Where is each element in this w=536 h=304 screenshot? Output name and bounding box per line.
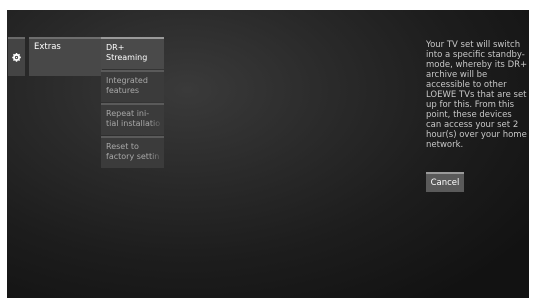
menu-item-label-line2: features xyxy=(106,85,140,95)
gear-icon xyxy=(12,53,21,62)
extras-tile[interactable]: Extras xyxy=(29,37,102,76)
tv-screen: Extras DR+ Streaming Integrated features… xyxy=(7,10,529,298)
menu-item-repeat-installation[interactable]: Repeat ini- tial installatio xyxy=(101,103,164,135)
menu-item-label-line1: Integrated xyxy=(106,76,148,85)
info-description: Your TV set will switch into a specific … xyxy=(426,40,528,150)
text-fade xyxy=(150,105,164,135)
text-fade xyxy=(150,138,164,168)
settings-tile[interactable] xyxy=(8,37,25,76)
menu-item-reset-factory[interactable]: Reset to factory settin xyxy=(101,136,164,168)
menu-item-label-line2: Streaming xyxy=(106,52,148,62)
menu-item-integrated-features[interactable]: Integrated features xyxy=(101,70,164,102)
menu-item-dr-streaming[interactable]: DR+ Streaming xyxy=(101,37,164,69)
cancel-button[interactable]: Cancel xyxy=(426,172,464,192)
extras-label: Extras xyxy=(34,42,61,52)
extras-submenu: DR+ Streaming Integrated features Repeat… xyxy=(101,37,164,169)
menu-item-label-line1: DR+ xyxy=(106,43,125,52)
